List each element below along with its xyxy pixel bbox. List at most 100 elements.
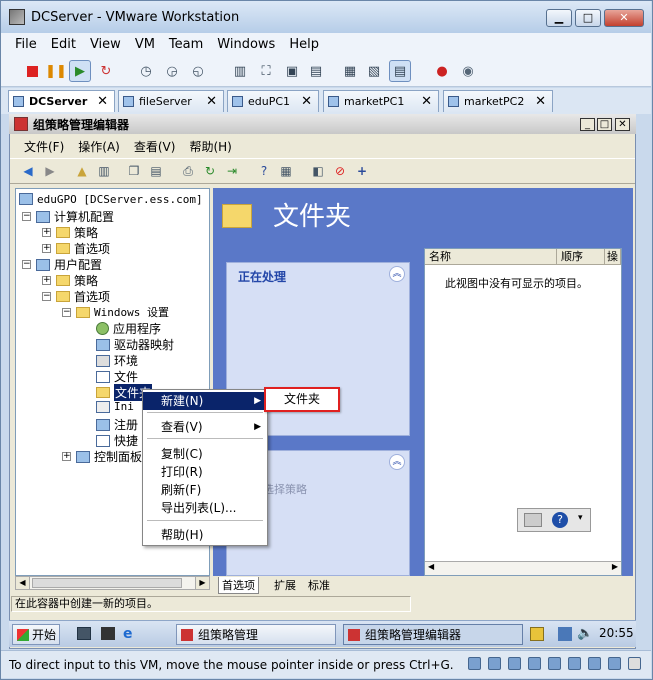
power-on-icon[interactable]: ▶ bbox=[69, 60, 91, 82]
close-icon[interactable]: ✕ bbox=[301, 94, 312, 109]
copy-icon[interactable]: ❐ bbox=[126, 163, 142, 179]
display-icon[interactable] bbox=[568, 657, 581, 670]
collapse-icon[interactable]: − bbox=[42, 292, 51, 301]
menu-item-copy[interactable]: 复制(C) bbox=[143, 445, 267, 463]
tree-item-computer-config[interactable]: − 计算机配置 bbox=[22, 208, 114, 225]
guest-menu-view[interactable]: 查看(V) bbox=[134, 138, 176, 155]
menu-edit[interactable]: Edit bbox=[51, 37, 76, 52]
tree-item-user-policy[interactable]: + 策略 bbox=[42, 272, 98, 289]
tray-network-icon[interactable] bbox=[558, 627, 572, 641]
column-header-order[interactable]: 顺序 bbox=[557, 249, 605, 265]
tree-item-registry[interactable]: 注册 bbox=[96, 416, 138, 433]
paste-icon[interactable]: ▤ bbox=[148, 163, 164, 179]
usb-icon[interactable] bbox=[528, 657, 541, 670]
tree-item-windows-settings[interactable]: − Windows 设置 bbox=[62, 304, 169, 320]
tree-item-user-config[interactable]: − 用户配置 bbox=[22, 256, 102, 273]
expand-icon[interactable]: + bbox=[42, 244, 51, 253]
column-header-action[interactable]: 操 bbox=[605, 249, 621, 265]
submenu-item-folder[interactable]: 文件夹 bbox=[264, 387, 340, 412]
tree-item-shortcuts[interactable]: 快捷 bbox=[96, 432, 138, 449]
server-manager-icon[interactable] bbox=[77, 627, 91, 640]
menu-item-new[interactable]: 新建(N) ▶ bbox=[143, 392, 267, 410]
guest-menu-action[interactable]: 操作(A) bbox=[78, 138, 120, 155]
collapse-icon[interactable]: − bbox=[22, 212, 31, 221]
print-icon[interactable]: ⎙ bbox=[180, 163, 196, 179]
internet-explorer-icon[interactable]: e bbox=[123, 626, 133, 642]
help-icon[interactable]: ? bbox=[256, 163, 272, 179]
reset-icon[interactable]: ↻ bbox=[95, 60, 117, 82]
tab-standard[interactable]: 标准 bbox=[305, 577, 333, 593]
expand-icon[interactable]: + bbox=[42, 276, 51, 285]
tree-item-control-panel[interactable]: + 控制面板 bbox=[62, 448, 142, 465]
up-folder-icon[interactable]: ▲ bbox=[74, 163, 90, 179]
menu-team[interactable]: Team bbox=[169, 37, 203, 52]
network-adapter-icon[interactable] bbox=[508, 657, 521, 670]
replay-icon[interactable]: ◉ bbox=[457, 60, 479, 82]
tabs-view-icon[interactable]: ▤ bbox=[389, 60, 411, 82]
expand-icon[interactable]: + bbox=[42, 228, 51, 237]
close-button[interactable]: ✕ bbox=[604, 9, 644, 27]
tab-fileserver[interactable]: fileServer ✕ bbox=[118, 90, 224, 112]
expand-icon[interactable]: + bbox=[62, 452, 71, 461]
maximize-button[interactable]: □ bbox=[575, 9, 601, 27]
tree-item-apps[interactable]: 应用程序 bbox=[96, 320, 161, 337]
scroll-thumb[interactable] bbox=[32, 578, 182, 588]
collapse-icon[interactable]: − bbox=[62, 307, 71, 317]
sidebar-toggle-icon[interactable]: ▥ bbox=[229, 60, 251, 82]
tab-extended[interactable]: 扩展 bbox=[271, 577, 299, 593]
scroll-right-icon[interactable]: ▶ bbox=[612, 562, 618, 571]
menu-file[interactable]: File bbox=[15, 37, 37, 52]
tray-volume-icon[interactable]: 🔈 bbox=[577, 626, 593, 641]
menu-item-help[interactable]: 帮助(H) bbox=[143, 526, 267, 544]
show-tree-icon[interactable]: ▥ bbox=[96, 163, 112, 179]
add-icon[interactable]: + bbox=[354, 163, 370, 179]
menu-item-print[interactable]: 打印(R) bbox=[143, 463, 267, 481]
collapse-chevron-icon[interactable]: ︽ bbox=[389, 454, 405, 470]
collapse-icon[interactable]: − bbox=[22, 260, 31, 269]
stop-icon[interactable]: ⊘ bbox=[332, 163, 348, 179]
menu-item-refresh[interactable]: 刷新(F) bbox=[143, 481, 267, 499]
menu-vm[interactable]: VM bbox=[135, 37, 155, 52]
tree-item-root[interactable]: eduGPO [DCServer.ess.com] 策 bbox=[19, 191, 209, 207]
tab-dcserver[interactable]: DCServer ✕ bbox=[8, 90, 115, 112]
guest-minimize-button[interactable]: _ bbox=[580, 118, 595, 131]
close-icon[interactable]: ✕ bbox=[206, 94, 217, 109]
record-icon[interactable]: ● bbox=[431, 60, 453, 82]
tree-horizontal-scrollbar[interactable]: ◀ ▶ bbox=[15, 576, 210, 590]
snapshot-icon[interactable]: ◷ bbox=[135, 60, 157, 82]
menu-item-export[interactable]: 导出列表(L)... bbox=[143, 499, 267, 517]
tray-security-icon[interactable] bbox=[530, 627, 544, 641]
start-button[interactable]: 开始 bbox=[12, 624, 60, 645]
powershell-icon[interactable] bbox=[101, 627, 115, 640]
tree-item-computer-prefs[interactable]: + 首选项 bbox=[42, 240, 110, 257]
settings-icon[interactable] bbox=[608, 657, 621, 670]
menu-item-view[interactable]: 查看(V) ▶ bbox=[143, 418, 267, 436]
console-view-icon[interactable]: ▦ bbox=[339, 60, 361, 82]
tree-item-user-prefs[interactable]: − 首选项 bbox=[42, 288, 110, 305]
scroll-left-icon[interactable]: ◀ bbox=[428, 562, 434, 571]
tree-item-env[interactable]: 环境 bbox=[96, 352, 138, 369]
guest-menu-file[interactable]: 文件(F) bbox=[24, 138, 64, 155]
unity-icon[interactable]: ▤ bbox=[305, 60, 327, 82]
menu-view[interactable]: View bbox=[90, 37, 121, 52]
tab-marketpc2[interactable]: marketPC2 ✕ bbox=[443, 90, 553, 112]
full-screen-icon[interactable]: ⛶ bbox=[255, 60, 277, 82]
revert-snapshot-icon[interactable]: ◶ bbox=[161, 60, 183, 82]
help-icon[interactable]: ? bbox=[552, 512, 568, 528]
properties-icon[interactable]: ▦ bbox=[278, 163, 294, 179]
tree-item-ini[interactable]: Ini bbox=[96, 400, 134, 413]
snapshot-manager-icon[interactable]: ◵ bbox=[187, 60, 209, 82]
tab-marketpc1[interactable]: marketPC1 ✕ bbox=[323, 90, 439, 112]
hard-disk-icon[interactable] bbox=[468, 657, 481, 670]
keyboard-icon[interactable] bbox=[524, 513, 542, 527]
column-header-name[interactable]: 名称 bbox=[425, 249, 557, 265]
cd-drive-icon[interactable] bbox=[488, 657, 501, 670]
close-icon[interactable]: ✕ bbox=[97, 94, 108, 109]
export-icon[interactable]: ⇥ bbox=[224, 163, 240, 179]
guest-menu-help[interactable]: 帮助(H) bbox=[189, 138, 231, 155]
list-horizontal-scrollbar[interactable]: ◀ ▶ bbox=[425, 561, 621, 575]
forward-icon[interactable]: ▶ bbox=[42, 163, 58, 179]
minimize-button[interactable]: ▁ bbox=[546, 9, 572, 27]
power-off-icon[interactable] bbox=[21, 60, 43, 82]
options-icon[interactable]: ▾ bbox=[578, 513, 583, 523]
